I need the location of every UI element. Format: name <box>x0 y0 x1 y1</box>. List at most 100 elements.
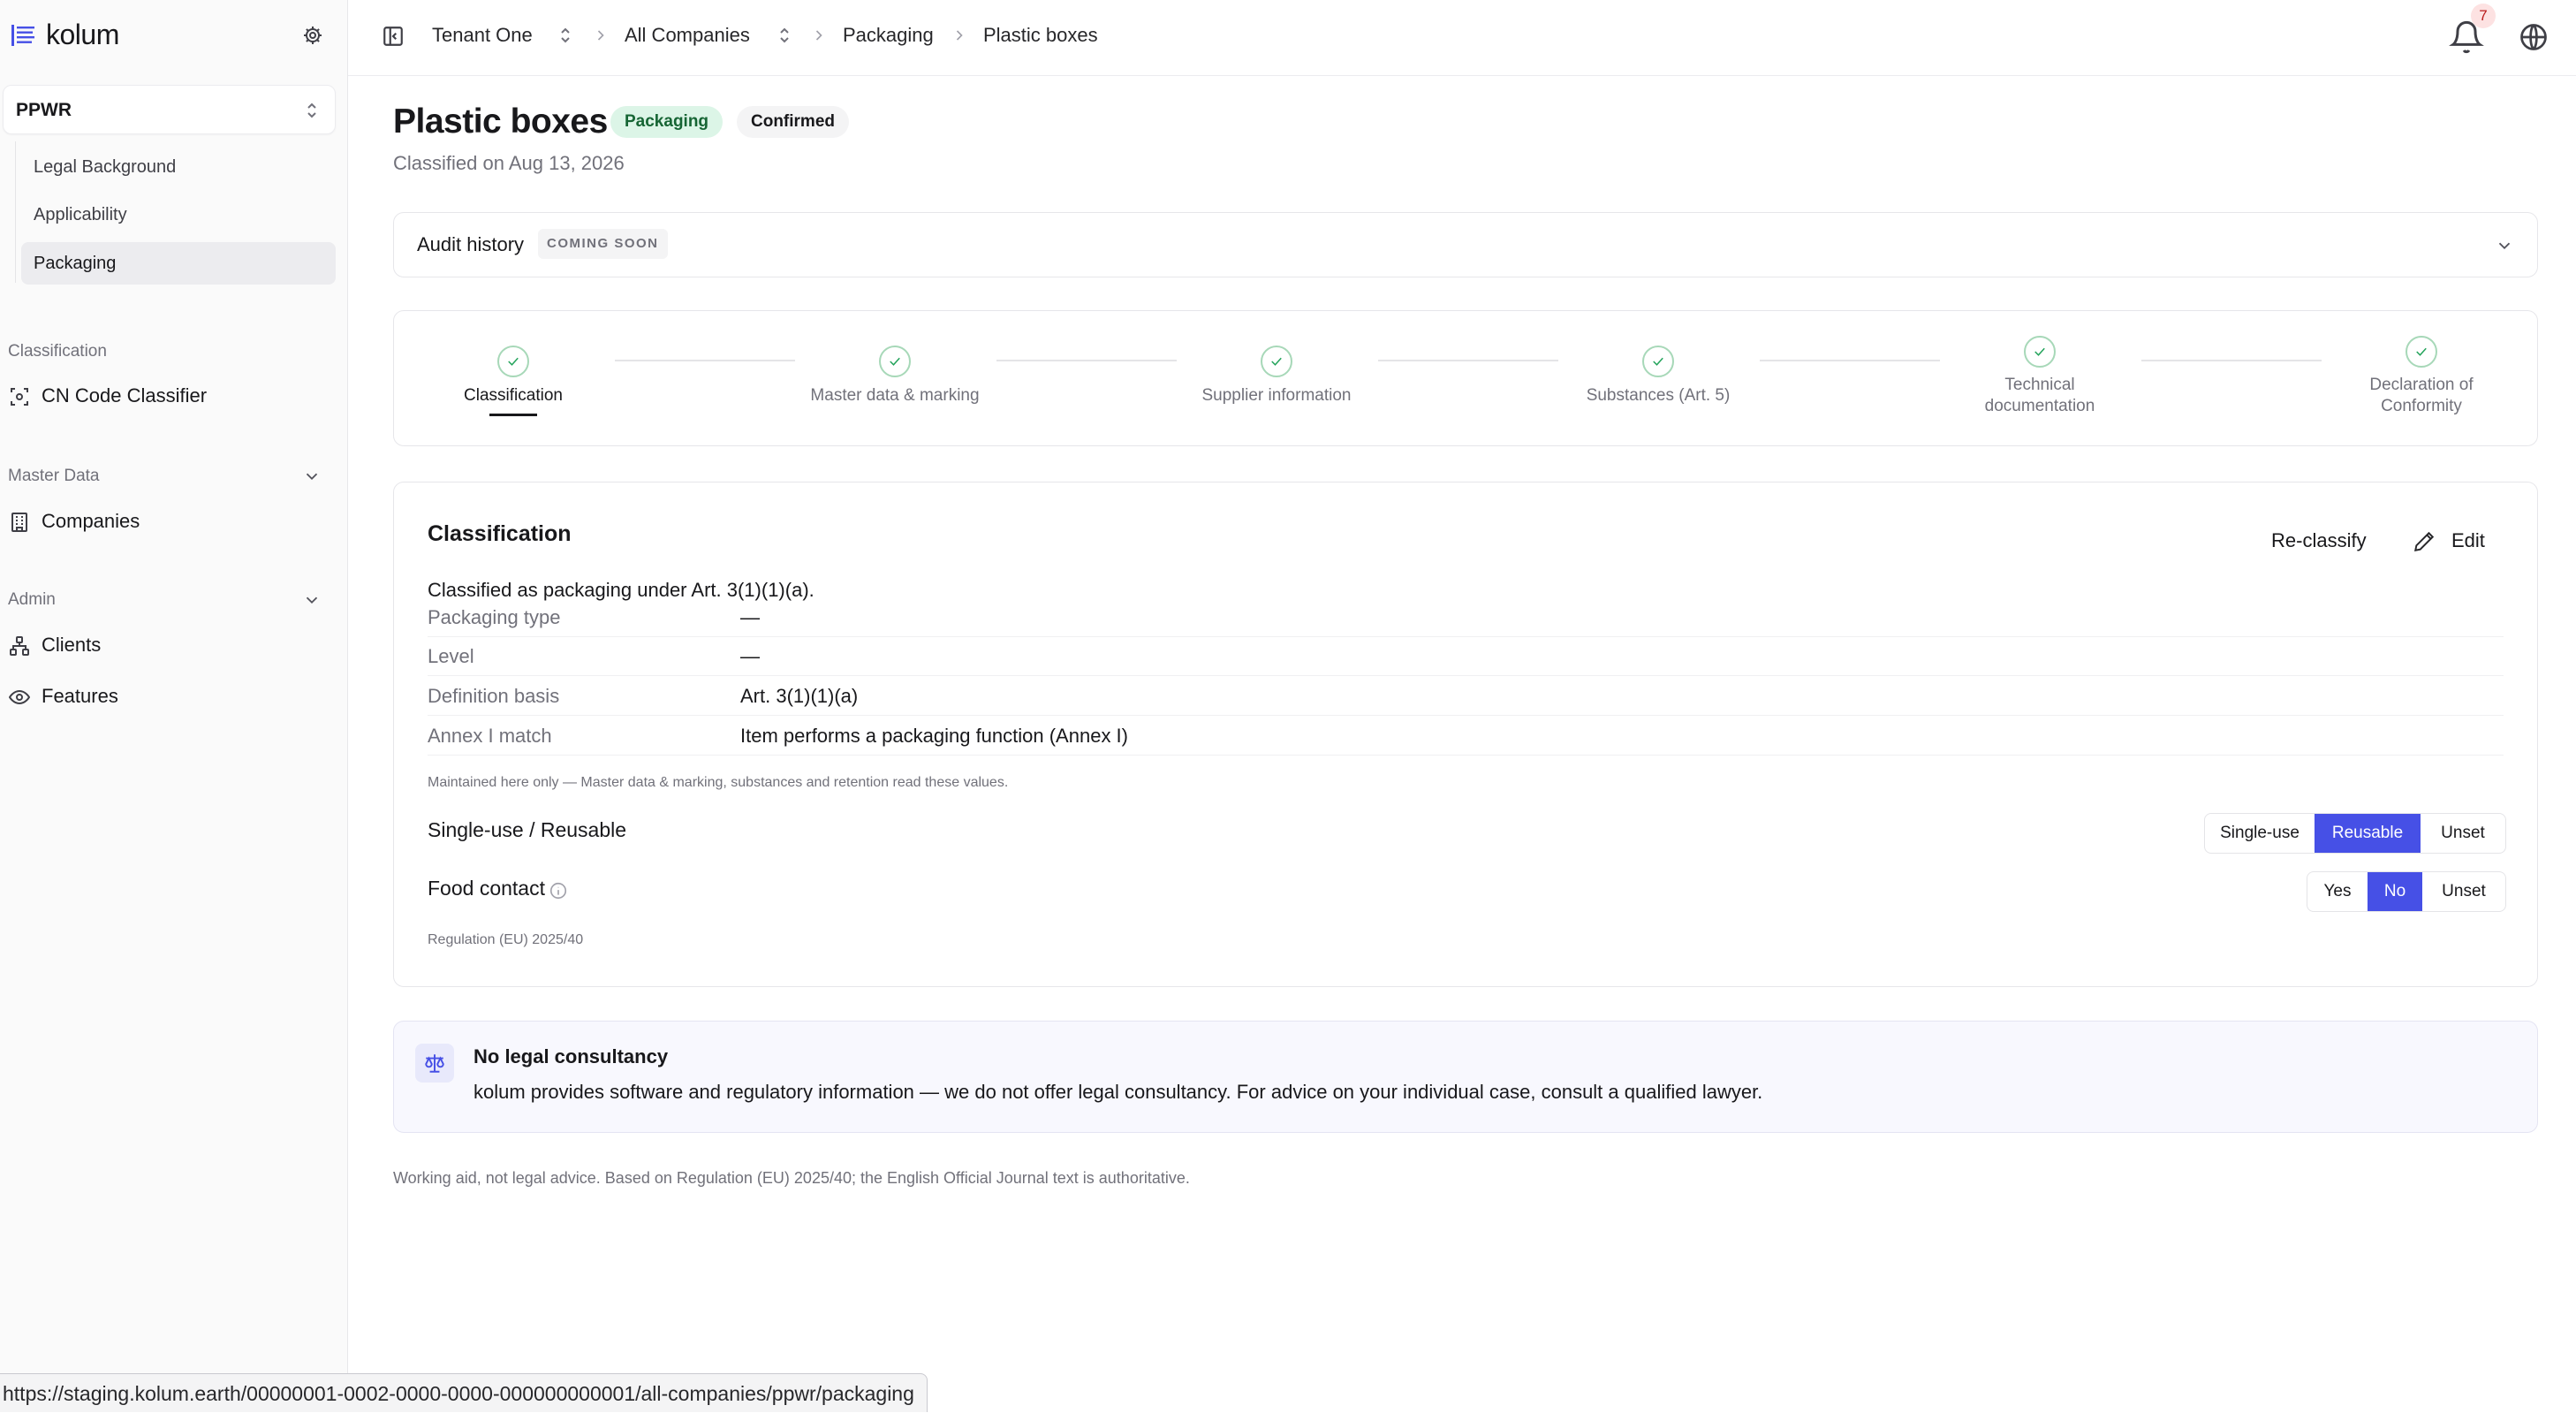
legal-disclaimer-panel: No legal consultancy kolum provides soft… <box>393 1021 2538 1133</box>
coming-soon-badge: COMING SOON <box>538 229 668 259</box>
chevron-up-down-icon[interactable] <box>775 25 794 46</box>
breadcrumb-all-companies[interactable]: All Companies <box>625 21 750 49</box>
field-label: Level <box>428 645 474 667</box>
page-subtitle: Classified on Aug 13, 2026 <box>393 152 625 174</box>
logo-mark-icon <box>11 25 34 46</box>
maintenance-note: Maintained here only — Master data & mar… <box>428 775 1009 790</box>
sidebar-item-features[interactable]: Features <box>0 677 336 716</box>
step-label: Master data & marking <box>810 386 980 405</box>
option-single-use[interactable]: Single-use <box>2205 814 2315 853</box>
sidebar-item-legal-background[interactable]: Legal Background <box>21 146 336 188</box>
divider <box>428 715 2504 716</box>
step-connector <box>1378 360 1558 361</box>
status-bar-url: https://staging.kolum.earth/00000001-000… <box>0 1373 928 1412</box>
check-circle-icon <box>1642 346 1674 377</box>
sidebar-item-label: CN Code Classifier <box>42 384 208 406</box>
sub-nav-rail <box>15 141 16 283</box>
logo-text: kolum <box>46 19 119 50</box>
field-label: Packaging type <box>428 606 561 628</box>
single-use-label: Single-use / Reusable <box>428 818 627 841</box>
chevron-right-icon <box>815 30 822 41</box>
module-select[interactable]: PPWR <box>3 85 336 134</box>
sidebar-item-label: Companies <box>42 510 140 532</box>
settings-button[interactable] <box>299 21 327 49</box>
step-label-line-1: Declaration of <box>2369 376 2474 394</box>
sidebar-item-clients[interactable]: Clients <box>0 626 336 665</box>
sidebar-toggle-icon[interactable] <box>382 25 405 48</box>
sidebar-item-cn-code-classifier[interactable]: CN Code Classifier <box>0 376 336 415</box>
chevron-up-down-icon[interactable] <box>556 25 575 46</box>
classification-title: Classification <box>428 521 572 546</box>
option-reusable[interactable]: Reusable <box>2315 814 2421 853</box>
network-icon <box>10 636 29 656</box>
field-label: Annex I match <box>428 725 552 747</box>
page-title: Plastic boxes <box>393 103 608 141</box>
section-master-data-label: Master Data <box>8 467 100 485</box>
check-circle-icon <box>2406 336 2437 368</box>
step-label: Substances (Art. 5) <box>1586 386 1731 405</box>
field-label: Definition basis <box>428 685 560 707</box>
step-connector <box>615 360 795 361</box>
food-contact-label: Food contact <box>428 877 545 900</box>
step-connector <box>2141 360 2322 361</box>
active-step-indicator <box>489 414 537 416</box>
reclassify-button[interactable]: Re-classify <box>2271 527 2367 555</box>
sidebar: kolum PPWR Legal Background Applicabilit… <box>0 0 348 1412</box>
divider <box>428 675 2504 676</box>
step-label-line-2: Conformity <box>2381 397 2462 415</box>
check-circle-icon <box>497 346 529 377</box>
regulation-reference: Regulation (EU) 2025/40 <box>428 932 584 947</box>
sidebar-item-label: Features <box>42 685 118 707</box>
check-circle-icon <box>2024 336 2056 368</box>
disclaimer-title: No legal consultancy <box>474 1045 669 1067</box>
step-label: Supplier information <box>1201 386 1352 405</box>
scale-icon <box>415 1044 454 1083</box>
footer-note: Working aid, not legal advice. Based on … <box>393 1169 1190 1187</box>
logo[interactable]: kolum <box>0 0 348 72</box>
divider <box>428 636 2504 637</box>
field-value: Item performs a packaging function (Anne… <box>740 725 1128 747</box>
divider <box>428 755 2504 756</box>
progress-stepper: Classification Master data & marking Sup… <box>393 310 2538 446</box>
option-yes[interactable]: Yes <box>2307 872 2368 911</box>
option-no[interactable]: No <box>2368 872 2422 911</box>
globe-icon[interactable] <box>2518 21 2549 53</box>
option-unset[interactable]: Unset <box>2421 814 2505 853</box>
audit-history-label: Audit history <box>417 233 525 255</box>
section-classification-label: Classification <box>8 342 107 361</box>
pencil-icon <box>2414 531 2435 551</box>
step-connector <box>996 360 1177 361</box>
audit-history-panel[interactable]: Audit history COMING SOON <box>393 212 2538 277</box>
scan-icon <box>11 388 28 406</box>
info-icon[interactable] <box>549 881 568 900</box>
sidebar-item-packaging[interactable]: Packaging <box>21 242 336 285</box>
section-admin-label: Admin <box>8 590 56 609</box>
eye-icon <box>9 689 30 705</box>
step-label-line-2: documentation <box>1984 397 2095 415</box>
module-select-label: PPWR <box>16 100 72 120</box>
chevron-down-icon[interactable] <box>302 467 322 486</box>
chevron-right-icon <box>956 30 963 41</box>
breadcrumb-current: Plastic boxes <box>983 24 1098 46</box>
check-circle-icon <box>879 346 911 377</box>
step-connector <box>1760 360 1940 361</box>
gear-icon <box>304 27 322 44</box>
field-value: Art. 3(1)(1)(a) <box>740 685 859 707</box>
status-badge: Confirmed <box>737 106 849 138</box>
field-value: — <box>740 645 760 667</box>
breadcrumb-packaging[interactable]: Packaging <box>843 21 934 49</box>
field-value: — <box>740 606 760 628</box>
chevron-down-icon <box>2498 242 2511 250</box>
food-contact-toggle: Yes No Unset <box>2307 871 2506 912</box>
classification-summary: Classified as packaging under Art. 3(1)(… <box>428 579 814 601</box>
edit-label: Edit <box>2451 529 2485 551</box>
breadcrumb-tenant[interactable]: Tenant One <box>432 21 533 49</box>
sidebar-item-companies[interactable]: Companies <box>0 502 336 541</box>
option-unset[interactable]: Unset <box>2422 872 2505 911</box>
building-icon <box>11 513 27 532</box>
chevron-down-icon[interactable] <box>302 590 322 610</box>
disclaimer-text: kolum provides software and regulatory i… <box>474 1081 1763 1103</box>
sidebar-item-label: Clients <box>42 634 102 656</box>
classification-card: Classification Re-classify Edit Classifi… <box>393 482 2538 987</box>
sidebar-item-applicability[interactable]: Applicability <box>21 194 336 236</box>
